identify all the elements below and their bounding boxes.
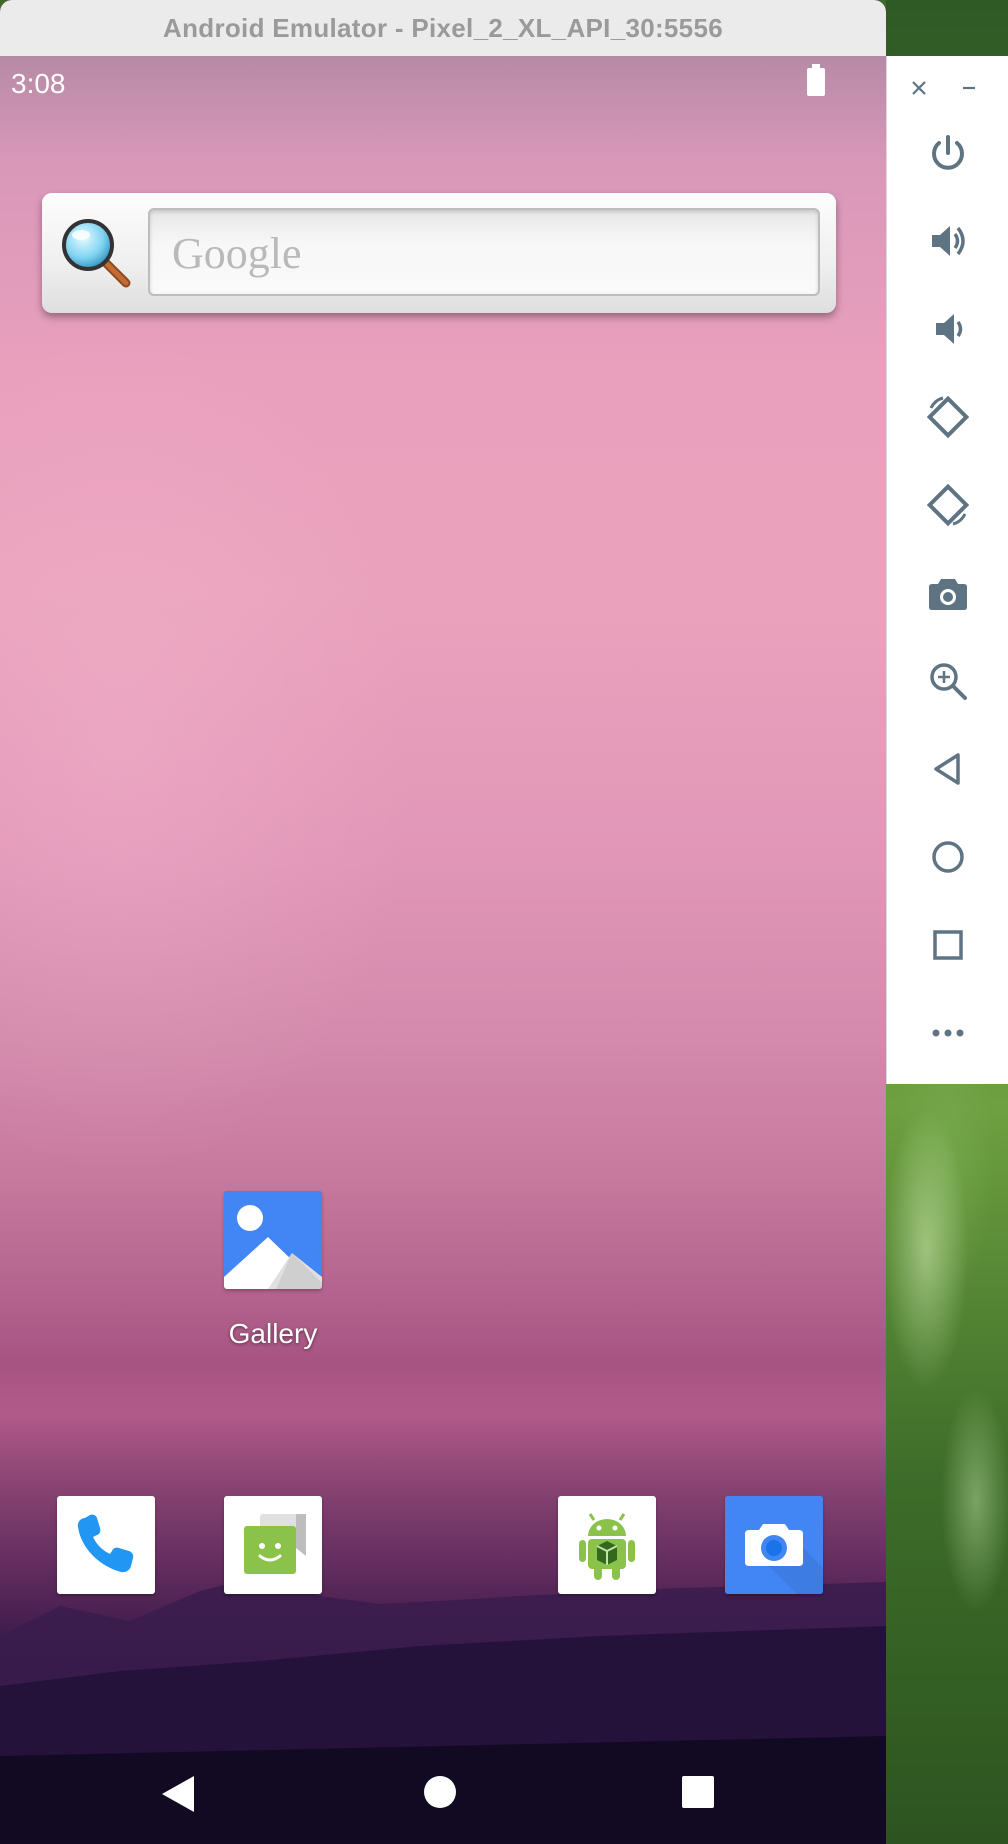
overview-icon[interactable] xyxy=(918,915,978,975)
home-icon[interactable] xyxy=(918,827,978,887)
gallery-icon xyxy=(224,1191,322,1289)
more-icon[interactable] xyxy=(918,1003,978,1063)
camera-icon xyxy=(725,1496,823,1594)
google-search-widget[interactable]: Google xyxy=(42,193,836,313)
close-icon[interactable] xyxy=(899,68,939,108)
volume-up-icon[interactable] xyxy=(918,211,978,271)
recents-square-icon[interactable] xyxy=(682,1776,714,1813)
messaging-app-icon[interactable] xyxy=(224,1496,322,1594)
back-triangle-icon[interactable] xyxy=(160,1774,196,1819)
emulator-toolbar xyxy=(886,56,1008,1084)
rotate-left-icon[interactable] xyxy=(918,387,978,447)
emulator-window: Android Emulator - Pixel_2_XL_API_30:555… xyxy=(0,0,886,1844)
gallery-app-icon[interactable] xyxy=(224,1191,322,1289)
gallery-app-label[interactable]: Gallery xyxy=(203,1318,343,1350)
screenshot-camera-icon[interactable] xyxy=(918,563,978,623)
android-app-icon[interactable] xyxy=(558,1496,656,1594)
phone-icon xyxy=(77,1514,134,1573)
zoom-icon[interactable] xyxy=(918,651,978,711)
status-bar: 3:08 xyxy=(0,56,886,112)
minimize-icon[interactable] xyxy=(949,68,989,108)
home-circle-icon[interactable] xyxy=(423,1775,457,1814)
phone-app-icon[interactable] xyxy=(57,1496,155,1594)
battery-full-icon xyxy=(807,64,825,96)
volume-down-icon[interactable] xyxy=(918,299,978,359)
messaging-icon xyxy=(244,1514,306,1574)
android-robot-icon xyxy=(579,1513,635,1580)
device-screen[interactable]: 3:08 Google Gallery xyxy=(0,56,886,1844)
magnifier-icon[interactable] xyxy=(56,213,136,293)
back-icon[interactable] xyxy=(918,739,978,799)
camera-app-icon[interactable] xyxy=(725,1496,823,1594)
rotate-right-icon[interactable] xyxy=(918,475,978,535)
google-search-input[interactable]: Google xyxy=(148,208,820,296)
status-time: 3:08 xyxy=(11,68,66,99)
window-title[interactable]: Android Emulator - Pixel_2_XL_API_30:555… xyxy=(0,0,886,57)
power-icon[interactable] xyxy=(918,123,978,183)
